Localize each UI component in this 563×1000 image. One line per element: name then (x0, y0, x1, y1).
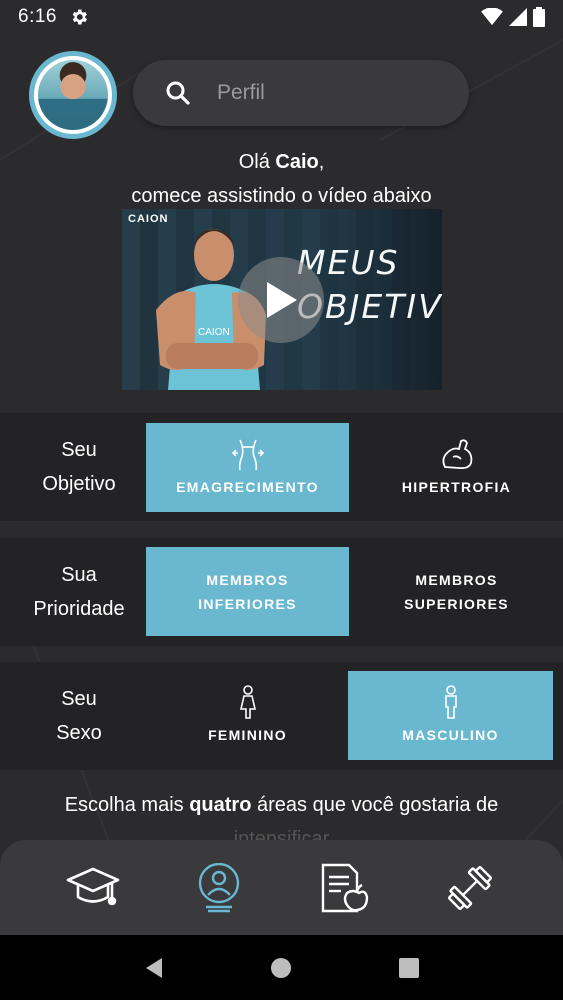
status-time: 6:16 (18, 6, 57, 27)
option-hipertrofia-label: HIPERTROFIA (401, 478, 512, 495)
nav-back-button[interactable] (139, 953, 169, 983)
option-feminino-label: FEMININO (208, 726, 287, 743)
female-icon (239, 684, 256, 719)
goal-label-line1: Seu (61, 439, 97, 461)
recents-square-icon (399, 957, 420, 978)
option-hipertrofia[interactable]: HIPERTROFIA (355, 423, 558, 512)
priority-label-line1: Sua (61, 564, 97, 586)
option-feminino[interactable]: FEMININO (146, 671, 349, 760)
option-inferiores-line1: MEMBROS (206, 571, 289, 588)
bottom-tab-bar (0, 840, 563, 935)
graduation-cap-icon (66, 867, 120, 905)
battery-icon (533, 7, 545, 27)
profile-avatar[interactable] (29, 51, 117, 139)
waist-icon (231, 439, 264, 470)
video-logo: CAION (128, 213, 169, 225)
option-inferiores-line2: INFERIORES (198, 595, 297, 612)
choose-line1: Escolha mais quatro áreas que você gosta… (0, 788, 563, 822)
dumbbell-icon (448, 865, 493, 910)
system-navigation-bar (0, 935, 563, 1000)
priority-row: Sua Prioridade MEMBROS INFERIORES MEMBROS… (0, 538, 563, 646)
option-masculino[interactable]: MASCULINO (348, 671, 553, 760)
home-circle-icon (271, 957, 292, 978)
sex-label-line1: Seu (61, 688, 97, 710)
search-input[interactable] (217, 81, 447, 105)
intro-video[interactable]: CAION CAION MEUS OBJETIVOS (122, 209, 442, 390)
option-membros-inferiores[interactable]: MEMBROS INFERIORES (146, 547, 349, 636)
status-indicators (481, 7, 545, 27)
option-emagrecimento-label: EMAGRECIMENTO (176, 478, 319, 495)
signal-icon (509, 8, 527, 26)
tab-diet[interactable] (314, 858, 374, 918)
option-superiores-line2: SUPERIORES (404, 595, 509, 612)
avatar-frame (34, 56, 112, 134)
diet-document-icon (322, 863, 369, 912)
greeting-hello: Olá (238, 151, 276, 173)
svg-text:CAION: CAION (198, 327, 230, 338)
choose-bold: quatro (189, 794, 252, 816)
user-name: Caio (275, 151, 319, 173)
nav-recents-button[interactable] (394, 953, 424, 983)
option-emagrecimento[interactable]: EMAGRECIMENTO (146, 423, 349, 512)
option-membros-superiores[interactable]: MEMBROS SUPERIORES (355, 547, 558, 636)
choose-before: Escolha mais (64, 794, 190, 816)
choose-after: áreas que você gostaria de (251, 794, 499, 816)
greeting-line2: comece assistindo o vídeo abaixo (131, 185, 432, 207)
avatar-photo (38, 60, 108, 130)
status-bar: 6:16 (0, 0, 563, 34)
tab-workout[interactable] (440, 858, 500, 918)
goal-row: Seu Objetivo EMAGRECIMENTO HIPERTROFIA (0, 413, 563, 521)
sex-label: Seu Sexo (0, 662, 158, 770)
wifi-icon (481, 8, 503, 26)
search-bar[interactable] (133, 60, 469, 126)
greeting-comma: , (318, 151, 325, 173)
profile-icon (198, 862, 239, 912)
play-button[interactable] (238, 257, 324, 343)
nav-home-button[interactable] (266, 953, 296, 983)
tab-courses[interactable] (63, 858, 123, 918)
option-masculino-label: MASCULINO (402, 726, 499, 743)
priority-label: Sua Prioridade (0, 538, 158, 646)
sex-row: Seu Sexo FEMININO MASCULINO (0, 662, 563, 770)
play-icon (267, 282, 297, 318)
search-icon (165, 80, 191, 106)
sex-label-line2: Sexo (56, 722, 102, 744)
goal-label: Seu Objetivo (0, 413, 158, 521)
priority-label-line2: Prioridade (33, 598, 125, 620)
goal-label-line2: Objetivo (42, 473, 116, 495)
back-triangle-icon (145, 957, 162, 978)
greeting-line1: Olá Caio, (0, 145, 563, 179)
video-title-line1: MEUS (297, 243, 400, 282)
bicep-icon (442, 438, 472, 469)
settings-gear-icon (69, 7, 89, 27)
tab-profile[interactable] (189, 858, 249, 918)
greeting: Olá Caio, comece assistindo o vídeo abai… (0, 145, 563, 213)
option-superiores-line1: MEMBROS (415, 571, 498, 588)
male-icon (444, 684, 457, 719)
